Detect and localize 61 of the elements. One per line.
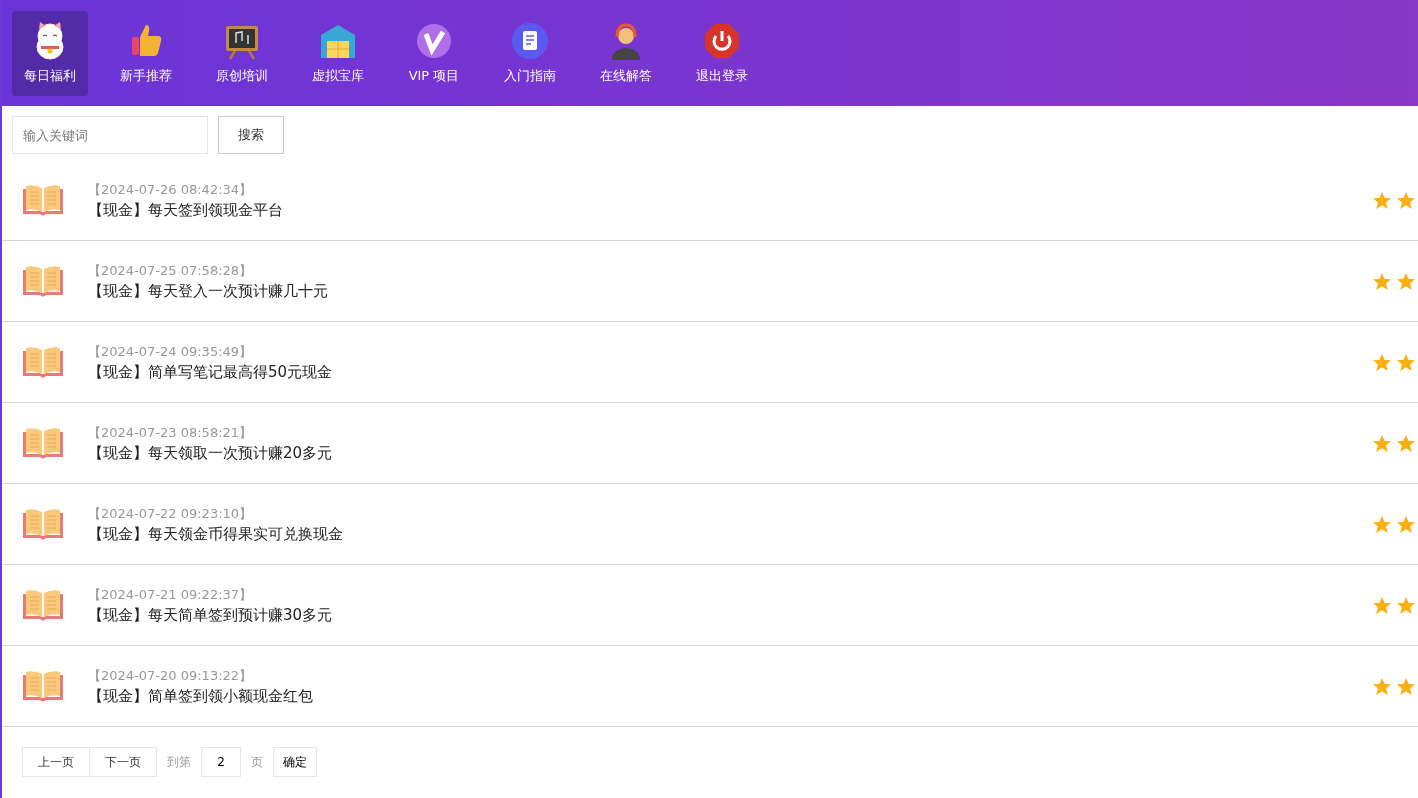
document-icon: [510, 21, 550, 61]
star-icon: [1372, 272, 1392, 292]
nav-item[interactable]: 虚拟宝库: [300, 10, 376, 96]
star-icon: [1372, 677, 1392, 697]
book-icon: [22, 507, 64, 541]
article-title[interactable]: 【现金】每天领金币得果实可兑换现金: [88, 524, 1372, 544]
article-date: 【2024-07-24 09:35:49】: [88, 342, 254, 361]
article-row[interactable]: 【2024-07-22 09:23:10】 【现金】每天领金币得果实可兑换现金: [2, 484, 1418, 565]
article-row[interactable]: 【2024-07-20 09:13:22】 【现金】简单签到领小额现金红包: [2, 646, 1418, 727]
book-icon: [22, 183, 64, 217]
nav-item[interactable]: 每日福利: [12, 10, 88, 96]
star-icon: [1396, 272, 1416, 292]
article-title[interactable]: 【现金】每天登入一次预计赚几十元: [88, 281, 1372, 301]
article-date: 【2024-07-21 09:22:37】: [88, 585, 254, 604]
article-date: 【2024-07-20 09:13:22】: [88, 666, 254, 685]
book-icon: [22, 426, 64, 460]
nav-item[interactable]: 退出登录: [684, 10, 760, 96]
article-date: 【2024-07-25 07:58:28】: [88, 261, 254, 280]
v-badge-icon: [414, 21, 454, 61]
article-row[interactable]: 【2024-07-25 07:58:28】 【现金】每天登入一次预计赚几十元: [2, 241, 1418, 322]
star-icon: [1372, 515, 1392, 535]
star-icon: [1372, 596, 1392, 616]
star-icon: [1372, 434, 1392, 454]
article-row[interactable]: 【2024-07-24 09:35:49】 【现金】简单写笔记最高得50元现金: [2, 322, 1418, 403]
next-page-button[interactable]: 下一页: [90, 747, 157, 777]
previous-page-button[interactable]: 上一页: [22, 747, 90, 777]
star-icon: [1396, 596, 1416, 616]
search-field[interactable]: 输入关键词: [12, 116, 208, 154]
article-row[interactable]: 【2024-07-21 09:22:37】 【现金】每天简单签到预计赚30多元: [2, 565, 1418, 646]
nav-item[interactable]: 入门指南: [492, 10, 568, 96]
book-icon: [22, 345, 64, 379]
article-date: 【2024-07-26 08:42:34】: [88, 180, 254, 199]
power-icon: [702, 21, 742, 61]
nav-item[interactable]: 新手推荐: [108, 10, 184, 96]
star-icon: [1396, 191, 1416, 211]
article-date: 【2024-07-23 08:58:21】: [88, 423, 254, 442]
search-button[interactable]: 搜索: [218, 116, 284, 154]
article-title[interactable]: 【现金】每天签到领现金平台: [88, 200, 1372, 220]
star-icon: [1372, 353, 1392, 373]
star-icon: [1396, 677, 1416, 697]
article-title[interactable]: 【现金】简单写笔记最高得50元现金: [88, 362, 1372, 382]
nav-item[interactable]: VIP 项目: [396, 10, 472, 96]
confirm-button[interactable]: 确定: [273, 747, 317, 777]
book-icon: [22, 669, 64, 703]
nav-item[interactable]: 原创培训: [204, 10, 280, 96]
page-suffix: 页: [251, 753, 263, 771]
article-date: 【2024-07-22 09:23:10】: [88, 504, 254, 523]
star-icon: [1372, 191, 1392, 211]
article-title[interactable]: 【现金】简单签到领小额现金红包: [88, 686, 1372, 706]
goto-label: 到第: [167, 753, 191, 771]
star-icon: [1396, 434, 1416, 454]
star-icon: [1396, 353, 1416, 373]
star-icon: [1396, 515, 1416, 535]
article-row[interactable]: 【2024-07-26 08:42:34】 【现金】每天签到领现金平台: [2, 160, 1418, 241]
book-icon: [22, 264, 64, 298]
nav-item[interactable]: 在线解答: [588, 10, 664, 96]
article-title[interactable]: 【现金】每天简单签到预计赚30多元: [88, 605, 1372, 625]
article-row[interactable]: 【2024-07-23 08:58:21】 【现金】每天领取一次预计赚20多元: [2, 403, 1418, 484]
page-number-field[interactable]: 2: [201, 747, 241, 777]
book-icon: [22, 588, 64, 622]
article-title[interactable]: 【现金】每天领取一次预计赚20多元: [88, 443, 1372, 463]
